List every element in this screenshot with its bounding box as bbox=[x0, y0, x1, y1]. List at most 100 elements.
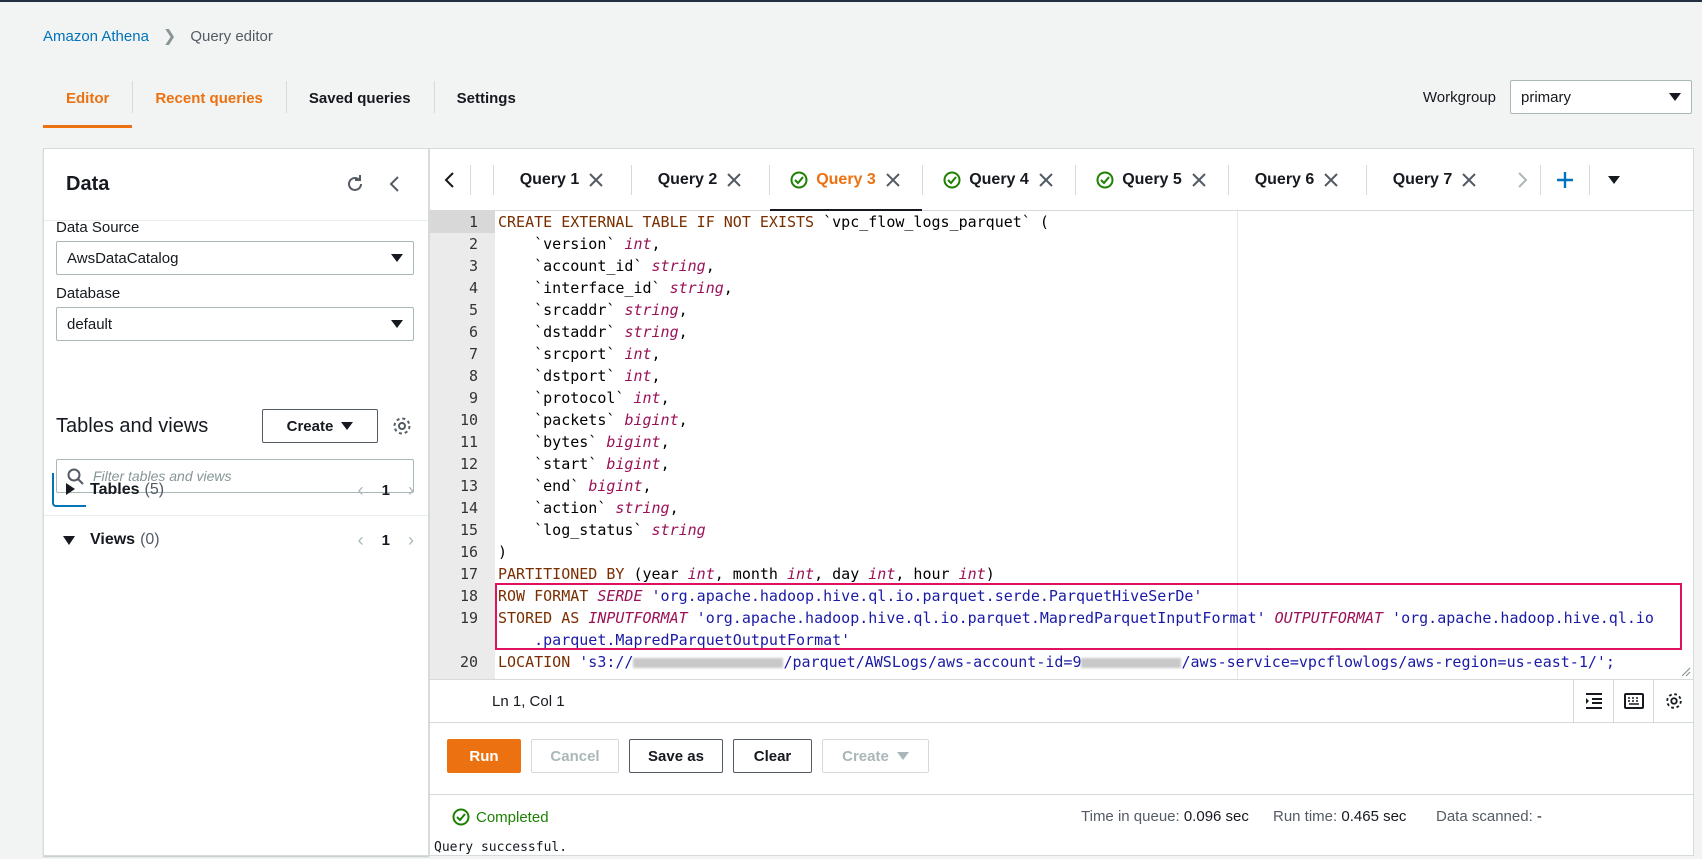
line-number: 14 bbox=[459, 499, 478, 517]
close-icon[interactable] bbox=[884, 171, 902, 189]
query-tab-label: Query 4 bbox=[969, 170, 1029, 188]
line-number: 3 bbox=[468, 257, 478, 275]
line-number: 4 bbox=[468, 279, 478, 297]
workgroup-select[interactable]: primary bbox=[1510, 80, 1692, 114]
data-scanned: Data scanned: - bbox=[1436, 808, 1542, 825]
line-number: 7 bbox=[468, 345, 478, 363]
query-tab-2[interactable]: Query 2 bbox=[632, 149, 769, 211]
caret-down-icon bbox=[391, 320, 403, 328]
close-icon[interactable] bbox=[587, 171, 605, 189]
query-tab-3[interactable]: Query 3 bbox=[770, 149, 922, 212]
clear-button[interactable]: Clear bbox=[733, 739, 812, 773]
caret-down-icon bbox=[391, 254, 403, 262]
collapse-arrow-icon[interactable] bbox=[52, 523, 86, 557]
cursor-position: Ln 1, Col 1 bbox=[492, 692, 565, 710]
code-line: `dstport` int, bbox=[498, 367, 661, 385]
chevron-right-icon[interactable]: › bbox=[408, 530, 414, 551]
scroll-tabs-right-button[interactable] bbox=[1504, 149, 1540, 211]
query-tab-label: Query 3 bbox=[816, 170, 876, 188]
success-check-icon bbox=[1096, 171, 1114, 188]
query-tabs-bar: Query 1 Query 2 Query 3 Query 4 Query 5 bbox=[430, 149, 1693, 212]
database-label: Database bbox=[56, 285, 121, 302]
create-table-button[interactable]: Create bbox=[262, 409, 378, 443]
breadcrumb-athena-link[interactable]: Amazon Athena bbox=[43, 28, 149, 45]
close-icon[interactable] bbox=[1460, 171, 1478, 189]
redacted-account-id bbox=[1081, 657, 1182, 668]
code-line: CREATE EXTERNAL TABLE IF NOT EXISTS `vpc… bbox=[498, 213, 1049, 231]
format-query-button[interactable] bbox=[1573, 680, 1613, 722]
code-line: `start` bigint, bbox=[498, 455, 670, 473]
tables-page-number[interactable]: 1 bbox=[382, 482, 390, 499]
gear-icon[interactable] bbox=[391, 415, 413, 437]
line-number: 11 bbox=[459, 433, 478, 451]
query-tab-1[interactable]: Query 1 bbox=[494, 149, 631, 211]
editor-settings-button[interactable] bbox=[1653, 680, 1693, 722]
run-button[interactable]: Run bbox=[447, 739, 521, 773]
views-page-number[interactable]: 1 bbox=[382, 532, 390, 549]
line-number: 8 bbox=[468, 367, 478, 385]
editor-tools bbox=[1573, 680, 1693, 722]
query-tab-7[interactable]: Query 7 bbox=[1367, 149, 1504, 211]
query-actions: Run Cancel Save as Clear Create bbox=[447, 739, 929, 773]
query-tab-5[interactable]: Query 5 bbox=[1076, 149, 1228, 211]
scroll-tabs-left-button[interactable] bbox=[430, 149, 470, 211]
refresh-icon[interactable] bbox=[344, 173, 366, 195]
editor-status-bar: Ln 1, Col 1 bbox=[430, 679, 1693, 723]
close-icon[interactable] bbox=[1190, 171, 1208, 189]
query-tab-6[interactable]: Query 6 bbox=[1229, 149, 1366, 211]
line-number: 10 bbox=[459, 411, 478, 429]
code-line: `log_status` string bbox=[498, 521, 706, 539]
data-source-select[interactable]: AwsDataCatalog bbox=[56, 241, 414, 275]
redacted-bucket bbox=[633, 657, 784, 668]
create-button[interactable]: Create bbox=[822, 739, 929, 773]
views-count: (0) bbox=[140, 531, 160, 548]
query-editor-panel: Query 1 Query 2 Query 3 Query 4 Query 5 bbox=[429, 148, 1694, 856]
expand-arrow-icon[interactable] bbox=[52, 473, 86, 507]
tabs-menu-button[interactable] bbox=[1590, 149, 1638, 211]
close-icon[interactable] bbox=[1322, 171, 1340, 189]
workgroup-selector: Workgroup primary bbox=[1423, 80, 1692, 114]
indent-icon bbox=[1585, 693, 1602, 709]
chevron-left-icon bbox=[444, 171, 454, 188]
collapse-left-icon[interactable] bbox=[384, 173, 406, 195]
query-tab-label: Query 2 bbox=[657, 170, 718, 188]
caret-down-icon bbox=[1608, 175, 1620, 184]
tab-editor[interactable]: Editor bbox=[43, 76, 133, 128]
keyboard-shortcuts-button[interactable] bbox=[1613, 680, 1653, 722]
time-in-queue: Time in queue: 0.096 sec bbox=[1081, 808, 1249, 825]
sql-editor[interactable]: 1 2 3 4 5 6 7 8 9 10 11 12 13 14 15 16 1… bbox=[430, 211, 1693, 679]
cancel-button[interactable]: Cancel bbox=[531, 739, 619, 773]
line-gutter: 1 2 3 4 5 6 7 8 9 10 11 12 13 14 15 16 1… bbox=[430, 211, 495, 679]
line-number: 1 bbox=[430, 211, 495, 233]
close-icon[interactable] bbox=[1037, 171, 1055, 189]
query-tab-4[interactable]: Query 4 bbox=[923, 149, 1075, 211]
caret-down-icon bbox=[896, 752, 909, 760]
gear-icon bbox=[1665, 693, 1682, 709]
line-number: 13 bbox=[459, 477, 478, 495]
chevron-right-icon[interactable]: › bbox=[408, 480, 414, 501]
save-as-button[interactable]: Save as bbox=[629, 739, 723, 773]
chevron-left-icon[interactable]: ‹ bbox=[358, 530, 364, 551]
create-button-label: Create bbox=[842, 747, 889, 765]
resize-handle-icon[interactable] bbox=[1679, 665, 1691, 677]
chevron-left-icon[interactable]: ‹ bbox=[358, 480, 364, 501]
tab-recent-queries[interactable]: Recent queries bbox=[132, 76, 286, 128]
tab-saved-queries[interactable]: Saved queries bbox=[285, 76, 434, 128]
add-query-tab-button[interactable] bbox=[1541, 149, 1589, 211]
success-check-icon bbox=[943, 171, 961, 188]
main-tabs: Editor Recent queries Saved queries Sett… bbox=[43, 76, 539, 128]
query-tab-label: Query 5 bbox=[1122, 170, 1182, 188]
code-line: `interface_id` string, bbox=[498, 279, 733, 297]
caret-down-icon bbox=[341, 422, 354, 430]
query-result-message: Query successful. bbox=[434, 840, 568, 855]
tables-tree-row[interactable]: Tables (5) ‹ 1 › bbox=[44, 465, 428, 515]
success-check-icon bbox=[790, 171, 808, 188]
views-tree-row[interactable]: Views (0) ‹ 1 › bbox=[44, 515, 428, 565]
plus-icon bbox=[1557, 171, 1573, 188]
workgroup-value: primary bbox=[1521, 88, 1572, 106]
code-line: LOCATION 's3:///parquet/AWSLogs/aws-acco… bbox=[498, 653, 1615, 671]
chevron-right-icon: ❯ bbox=[162, 28, 177, 45]
database-select[interactable]: default bbox=[56, 307, 414, 341]
tab-settings[interactable]: Settings bbox=[433, 76, 539, 128]
close-icon[interactable] bbox=[725, 171, 743, 189]
